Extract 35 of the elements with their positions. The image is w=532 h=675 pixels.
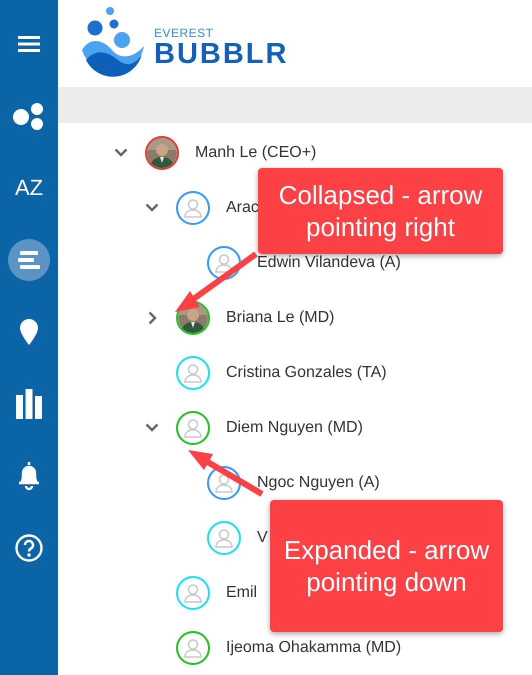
person-icon bbox=[183, 198, 203, 218]
bell-icon bbox=[16, 461, 42, 491]
person-icon bbox=[183, 362, 203, 382]
person-name[interactable]: V bbox=[257, 528, 268, 546]
logo-wordmark: BUBBLR bbox=[154, 40, 288, 70]
person-name[interactable]: Arac bbox=[226, 198, 259, 216]
person-name[interactable]: Edwin Vilandeva (A) bbox=[257, 254, 401, 272]
person-name[interactable]: Manh Le (CEO+) bbox=[195, 144, 316, 162]
sidebar-item[interactable]: AZ bbox=[8, 167, 50, 209]
sidebar-item[interactable] bbox=[8, 239, 50, 281]
chevron-down-icon[interactable] bbox=[145, 423, 159, 432]
help-icon bbox=[15, 534, 43, 562]
callout: Expanded - arrow pointing down bbox=[270, 500, 503, 632]
person-name[interactable]: Diem Nguyen (MD) bbox=[226, 418, 363, 436]
chevron-down-icon[interactable] bbox=[145, 203, 159, 212]
chevron-right-icon[interactable] bbox=[148, 310, 156, 324]
person-icon bbox=[214, 528, 234, 548]
bubbles-icon bbox=[13, 102, 45, 130]
bar-chart-icon bbox=[16, 389, 42, 419]
person-icon bbox=[183, 418, 203, 438]
person-name[interactable]: Emil bbox=[226, 584, 258, 602]
person-name[interactable]: Briana Le (MD) bbox=[226, 308, 334, 326]
menu-icon bbox=[18, 35, 40, 53]
list-icon bbox=[18, 251, 40, 269]
logo-tagline: EVEREST bbox=[154, 26, 215, 40]
callout: Collapsed - arrow pointing right bbox=[258, 168, 503, 254]
person-icon bbox=[214, 472, 234, 492]
person-icon bbox=[183, 638, 203, 658]
pin-icon bbox=[20, 319, 38, 345]
person-name[interactable]: Ijeoma Ohakamma (MD) bbox=[226, 638, 402, 656]
person-icon bbox=[183, 582, 203, 602]
person-name[interactable]: Ngoc Nguyen (A) bbox=[257, 474, 380, 492]
person-name[interactable]: Cristina Gonzales (TA) bbox=[226, 364, 387, 382]
person-icon bbox=[214, 252, 234, 272]
chevron-down-icon[interactable] bbox=[114, 148, 128, 157]
